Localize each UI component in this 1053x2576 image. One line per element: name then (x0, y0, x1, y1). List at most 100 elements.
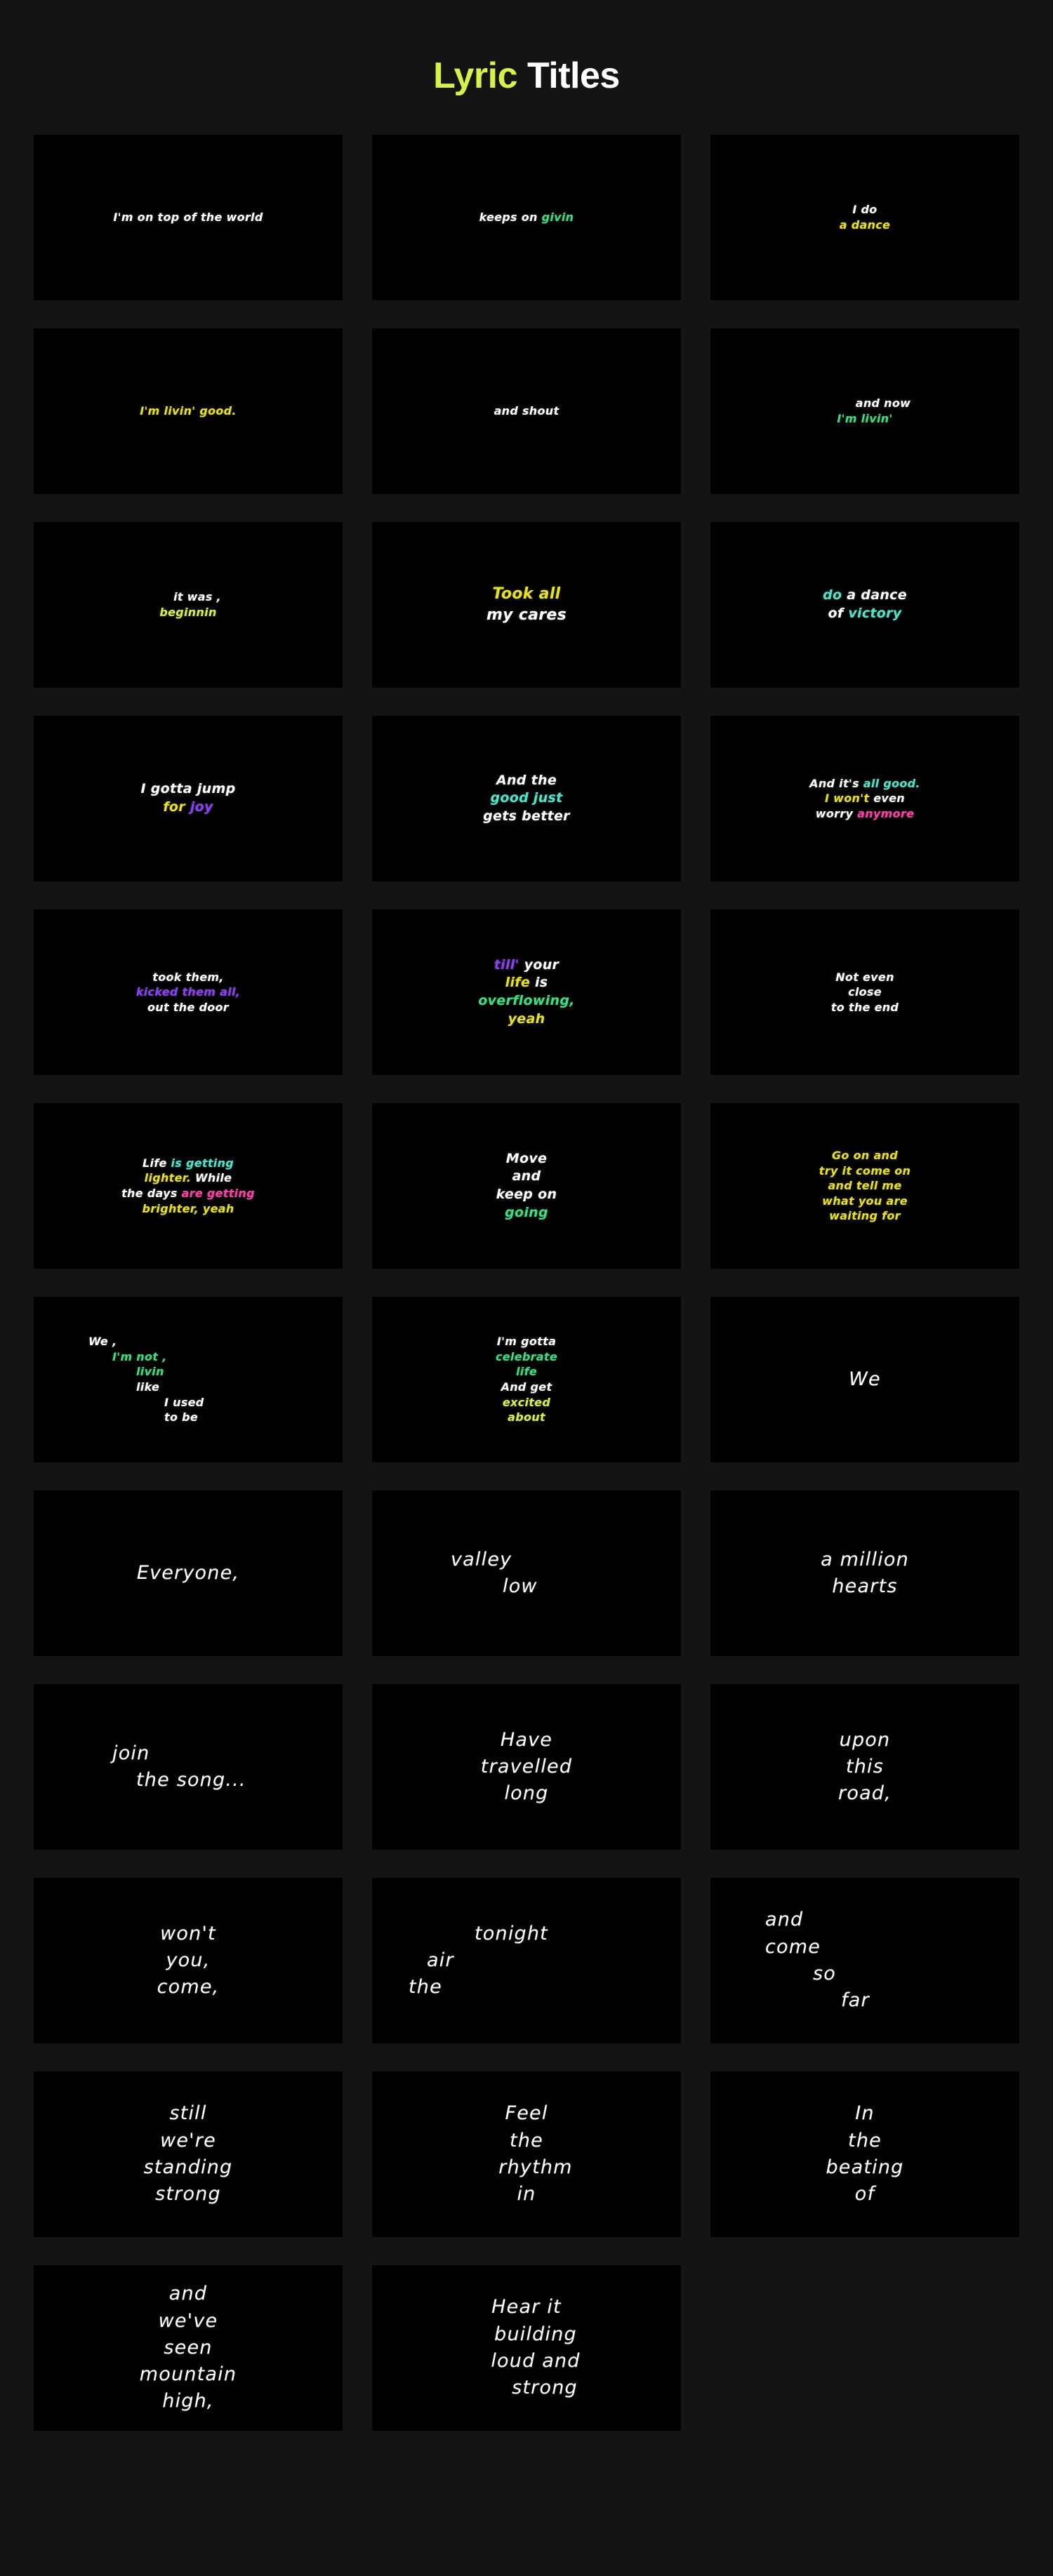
lyric-word-run: I'm livin' (837, 412, 893, 425)
lyric-word-run: high, (162, 2390, 214, 2413)
lyric-line: In (729, 2100, 1001, 2127)
lyric-word-run: valley (451, 1548, 512, 1570)
lyric-word-run: it was , (173, 590, 221, 604)
lyric-card[interactable]: a million hearts (710, 1490, 1019, 1656)
lyric-line: Have (390, 1727, 663, 1754)
lyric-card-text: I gotta jump for joy (52, 780, 324, 816)
lyric-card-text: Took all my cares (390, 584, 663, 625)
lyric-line: and now (729, 396, 1001, 411)
lyric-card[interactable]: Feel the rhythm in (372, 2071, 681, 2237)
lyric-word-run: the (848, 2129, 882, 2151)
lyric-word-run: and now (855, 396, 911, 411)
lyric-card[interactable]: I gotta jump for joy (34, 716, 343, 881)
lyric-line: road, (729, 1780, 1001, 1807)
lyric-word-run: Move (505, 1150, 548, 1166)
lyric-line: keep on (390, 1186, 663, 1204)
lyric-line: high, (52, 2388, 324, 2415)
lyric-card[interactable]: I do a dance (710, 135, 1019, 300)
lyric-card[interactable]: and we've seen mountain high, (34, 2265, 343, 2431)
lyric-line: brighter, yeah (52, 1201, 324, 1217)
lyric-card[interactable]: and now I'm livin' (710, 328, 1019, 494)
lyric-word-run: to the end (830, 1000, 899, 1014)
lyric-card[interactable]: join the song... (34, 1684, 343, 1850)
lyric-card[interactable]: We , I'm not , livin like I used to be (34, 1297, 343, 1462)
lyric-line: so (729, 1961, 1001, 1987)
lyric-line: We , (52, 1334, 324, 1349)
lyric-line: a million (729, 1547, 1001, 1573)
lyric-card[interactable]: I'm on top of the world (34, 135, 343, 300)
lyric-card[interactable]: took them, kicked them all, out the door (34, 909, 343, 1075)
lyric-card[interactable]: till' your life is overflowing, yeah (372, 909, 681, 1075)
lyric-card[interactable]: Took all my cares (372, 522, 681, 688)
lyric-word-run: victory (848, 606, 902, 621)
lyric-word-run: so (813, 1963, 836, 1984)
lyric-card[interactable]: upon this road, (710, 1684, 1019, 1850)
lyric-word-run: join (112, 1742, 150, 1764)
lyric-card[interactable]: And the good just gets better (372, 716, 681, 881)
lyric-card[interactable]: won't you, come, (34, 1878, 343, 2043)
lyric-card[interactable]: keeps on givin (372, 135, 681, 300)
lyric-card-text: I do a dance (729, 202, 1001, 232)
lyric-card-text: I'm livin' good. (52, 403, 324, 419)
lyric-line: going (390, 1204, 663, 1222)
lyric-card[interactable]: In the beating of (710, 2071, 1019, 2237)
lyric-word-run: the (409, 1976, 442, 1998)
lyric-card[interactable]: Go on and try it come on and tell me what y… (710, 1103, 1019, 1269)
lyric-line: lighter. While (52, 1170, 324, 1186)
lyric-word-run: I won't (825, 792, 874, 806)
lyric-word-run: Everyone, (136, 1561, 240, 1584)
lyric-card-text: join the song... (52, 1740, 324, 1794)
lyric-line: far (729, 1987, 1001, 2014)
lyric-line: strong (390, 2375, 663, 2401)
lyric-card-text: I'm gotta celebrate life And get excited abou… (390, 1334, 663, 1425)
lyric-card[interactable]: And it's all good. I won't even worry anym… (710, 716, 1019, 881)
lyric-word-run: Have (500, 1728, 553, 1751)
lyric-card[interactable]: I'm gotta celebrate life And get excited abou… (372, 1297, 681, 1462)
lyric-card[interactable]: valley low (372, 1490, 681, 1656)
lyric-line: good just (390, 789, 663, 808)
lyric-card[interactable]: We (710, 1297, 1019, 1462)
lyric-card-text: And it's all good. I won't even worry anym… (729, 776, 1001, 822)
lyric-word-run: And it's (809, 776, 863, 790)
lyric-card-text: I'm on top of the world (52, 210, 324, 225)
lyric-card[interactable]: and shout (372, 328, 681, 494)
lyric-card[interactable]: Life is getting lighter. While the days ar… (34, 1103, 343, 1269)
lyric-line: I'm livin' good. (52, 403, 324, 419)
lyric-card-text: till' your life is overflowing, yeah (390, 956, 663, 1029)
lyric-word-run: Hear it (491, 2296, 562, 2318)
lyric-word-run: won't (160, 1922, 216, 1944)
lyric-card[interactable]: still we're standing strong (34, 2071, 343, 2237)
lyric-line: and (729, 1907, 1001, 1933)
lyric-line: Move (390, 1150, 663, 1168)
lyric-card-text: keeps on givin (390, 210, 663, 225)
lyric-card-text: won't you, come, (52, 1921, 324, 2001)
lyric-line: close (729, 985, 1001, 1000)
lyric-card[interactable]: tonight air the (372, 1878, 681, 2043)
lyric-word-run: getting (206, 1187, 255, 1200)
lyric-line: keeps on givin (390, 210, 663, 225)
lyric-line: out the door (52, 1000, 324, 1015)
lyric-card[interactable]: Move and keep on going (372, 1103, 681, 1269)
lyric-word-run: I do (852, 203, 878, 217)
lyric-word-run: what you are (822, 1194, 908, 1208)
lyric-word-run: we've (158, 2309, 218, 2332)
lyric-card[interactable]: I'm livin' good. (34, 328, 343, 494)
lyric-card[interactable]: and come so far (710, 1878, 1019, 2043)
lyric-word-run: gets better (483, 808, 570, 824)
lyric-word-run: And the (496, 772, 557, 788)
lyric-word-run: till' (494, 956, 524, 973)
lyric-card[interactable]: it was , beginnin (34, 522, 343, 688)
lyric-word-run: seen (164, 2336, 213, 2358)
lyric-line: do a dance (729, 587, 1001, 605)
lyric-card[interactable]: Have travelled long (372, 1684, 681, 1850)
lyric-card[interactable]: Everyone, (34, 1490, 343, 1656)
lyric-card[interactable]: do a dance of victory (710, 522, 1019, 688)
lyric-line: Feel (390, 2100, 663, 2127)
lyric-word-run: strong (512, 2377, 578, 2399)
lyric-word-run: come, (157, 1976, 220, 1998)
lyric-card[interactable]: Not even close to the end (710, 909, 1019, 1075)
lyric-card[interactable]: Hear it building loud and strong (372, 2265, 681, 2431)
lyric-word-run: and shout (494, 404, 559, 418)
lyric-line: took them, (52, 970, 324, 985)
lyric-line: gets better (390, 808, 663, 826)
